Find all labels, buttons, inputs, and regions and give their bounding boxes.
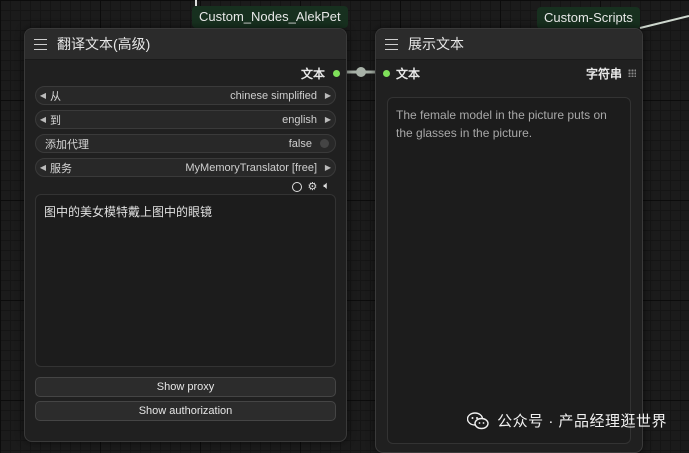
source-text-area[interactable]: 图中的美女模特戴上图中的眼镜 [35,194,336,367]
display-text-area[interactable]: The female model in the picture puts on … [387,97,631,444]
to-label: 到 [50,114,61,127]
gear-icon[interactable]: ⚙ [308,180,318,193]
link-midpoint-dot [356,67,366,77]
show-authorization-button[interactable]: Show authorization [35,401,336,421]
add-proxy-toggle[interactable]: 添加代理 false [35,134,336,153]
chevron-left-icon[interactable]: ◀ [36,163,50,172]
show-proxy-button[interactable]: Show proxy [35,377,336,397]
node-title: 展示文本 [408,36,464,52]
textarea-tool-icons: ⚙ 🔈︎ [291,180,330,193]
show-text-node[interactable]: 展示文本 文本 字符串 The female model in the pict… [375,28,643,453]
service-label: 服务 [50,162,72,175]
badge-custom-nodes-alekpet: Custom_Nodes_AlekPet [192,6,348,28]
wechat-watermark: 公众号 · 产品经理逛世界 [467,410,667,431]
output-slot-dot[interactable] [333,69,340,77]
toggle-indicator-icon[interactable] [320,139,329,148]
proxy-label: 添加代理 [45,138,89,151]
menu-icon[interactable] [34,38,47,50]
input-slot-label: 文本 [396,66,421,81]
watermark-text: 公众号 · 产品经理逛世界 [497,413,667,430]
chevron-left-icon[interactable]: ◀ [36,91,50,100]
badge-custom-scripts: Custom-Scripts [537,7,640,29]
from-label: 从 [50,90,61,103]
to-value: english [282,113,317,126]
translate-text-advanced-node[interactable]: 翻译文本(高级) 文本 ◀ 从 chinese simplified ▶ ◀ 到… [24,28,347,442]
service-value: MyMemoryTranslator [free] [185,161,317,174]
from-language-select[interactable]: ◀ 从 chinese simplified ▶ [35,86,336,105]
input-slot-row[interactable]: 文本 [383,61,420,85]
menu-icon[interactable] [385,38,398,50]
chevron-right-icon[interactable]: ▶ [321,163,335,172]
input-slot-dot[interactable] [383,69,390,77]
speaker-icon[interactable]: 🔈︎ [323,180,330,193]
output-slot-label: 文本 [300,66,325,81]
output-slot-row[interactable]: 字符串 [586,61,636,85]
node-header[interactable]: 展示文本 [376,29,642,60]
node-title: 翻译文本(高级) [57,36,151,52]
service-select[interactable]: ◀ 服务 MyMemoryTranslator [free] ▶ [35,158,336,177]
wechat-icon [467,411,489,429]
proxy-value: false [288,137,312,150]
chevron-left-icon[interactable]: ◀ [36,115,50,124]
output-slot-label: 字符串 [585,66,622,81]
circle-icon[interactable] [291,181,302,192]
output-slot-row[interactable]: 文本 [301,61,340,85]
chevron-right-icon[interactable]: ▶ [321,115,335,124]
to-language-select[interactable]: ◀ 到 english ▶ [35,110,336,129]
grid-icon[interactable] [628,69,636,77]
chevron-right-icon[interactable]: ▶ [321,91,335,100]
from-value: chinese simplified [230,89,317,102]
node-header[interactable]: 翻译文本(高级) [25,29,346,60]
wire-to-right-badge [639,15,689,29]
